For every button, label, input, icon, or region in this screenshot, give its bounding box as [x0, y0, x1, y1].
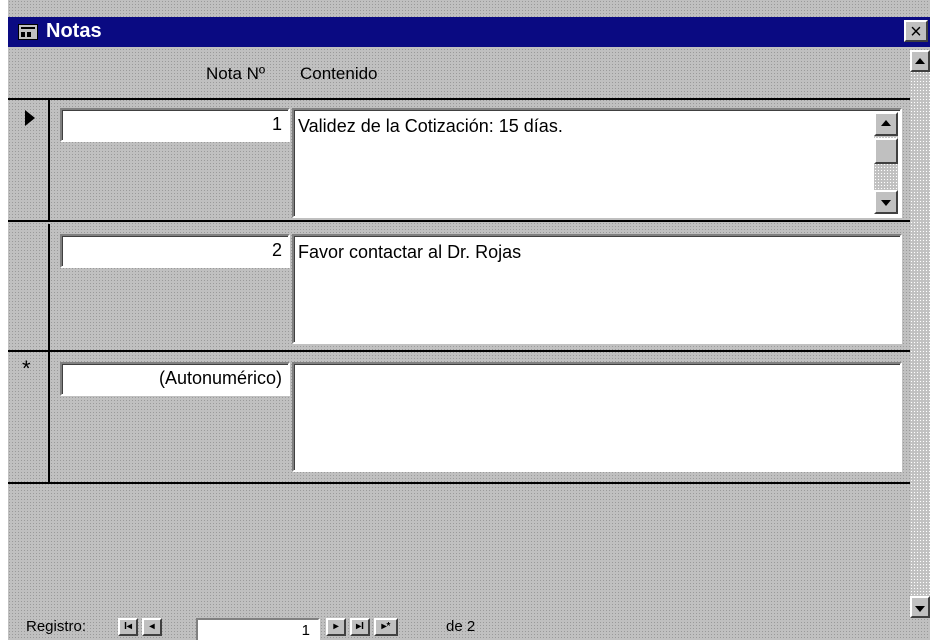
new-record-button[interactable]: ▸*	[374, 618, 398, 636]
contenido-text: Favor contactar al Dr. Rojas	[298, 242, 522, 262]
nota-number-field[interactable]: 1	[60, 108, 290, 142]
new-record-row: * (Autonumérico)	[8, 352, 912, 484]
scroll-down-button[interactable]	[874, 190, 898, 214]
arrow-down-icon	[881, 200, 891, 206]
scroll-thumb[interactable]	[874, 138, 898, 164]
last-record-button[interactable]: ▸I	[350, 618, 370, 636]
current-record-field[interactable]: 1	[196, 618, 320, 640]
window-title: Notas	[46, 20, 102, 42]
scroll-up-button[interactable]	[874, 112, 898, 136]
notas-window: Notas × Nota Nº Contenido 1 Validez de l…	[8, 0, 930, 640]
column-header-nota: Nota Nº	[206, 64, 266, 83]
close-button[interactable]: ×	[904, 20, 928, 42]
form-vertical-scrollbar[interactable]	[910, 50, 930, 618]
previous-record-button[interactable]: ◂	[142, 618, 162, 636]
record-navigation-bar: Registro: I◂ ◂ 1 ▸ ▸I ▸* de 2	[8, 610, 930, 640]
form-icon	[18, 24, 38, 40]
record-total: de 2	[446, 618, 476, 635]
arrow-up-icon	[881, 120, 891, 126]
column-header-contenido: Contenido	[300, 64, 378, 83]
first-record-button[interactable]: I◂	[118, 618, 138, 636]
next-record-button[interactable]: ▸	[326, 618, 346, 636]
record-selector[interactable]	[8, 100, 50, 220]
nota-number-field[interactable]: 2	[60, 234, 290, 268]
record-row: 2 Favor contactar al Dr. Rojas	[8, 224, 912, 352]
contenido-field[interactable]: Validez de la Cotización: 15 días.	[292, 108, 902, 218]
current-record-icon	[25, 110, 35, 126]
contenido-field[interactable]	[292, 362, 902, 472]
contenido-text: Validez de la Cotización: 15 días.	[298, 116, 563, 136]
contenido-field[interactable]: Favor contactar al Dr. Rojas	[292, 234, 902, 344]
record-row: 1 Validez de la Cotización: 15 días.	[8, 98, 912, 222]
record-selector[interactable]: *	[8, 352, 50, 482]
nota-number-field[interactable]: (Autonumérico)	[60, 362, 290, 396]
contenido-scrollbar[interactable]	[874, 112, 898, 214]
arrow-up-icon	[915, 58, 925, 64]
form-scroll-up-button[interactable]	[910, 50, 930, 72]
navigation-label: Registro:	[26, 618, 87, 635]
new-record-asterisk-icon: *	[22, 356, 31, 381]
title-bar[interactable]: Notas ×	[8, 17, 930, 47]
record-selector[interactable]	[8, 224, 50, 350]
